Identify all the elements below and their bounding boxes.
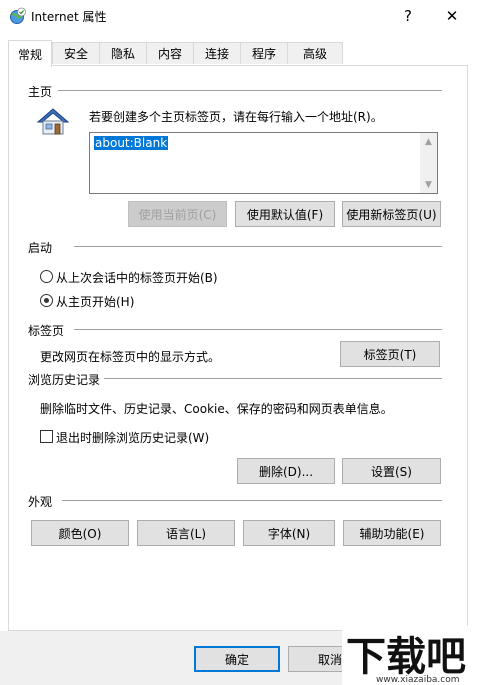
appearance-group-label: 外观 (28, 495, 53, 509)
delete-on-exit-label[interactable]: 退出时删除浏览历史记录(W) (56, 429, 209, 446)
radio-selected-dot (44, 298, 49, 303)
xiazaiba-logo-icon: 下载吧 www.xiazaiba.com (342, 626, 477, 685)
colors-button[interactable]: 颜色(O) (31, 520, 129, 546)
tabs-divider (74, 329, 442, 330)
window-title: Internet 属性 (31, 10, 107, 24)
languages-button[interactable]: 语言(L) (137, 520, 235, 546)
delete-on-exit-checkbox[interactable] (40, 430, 53, 443)
fonts-button[interactable]: 字体(N) (243, 520, 335, 546)
homepage-address-input[interactable]: about:Blank ▲ ▼ (89, 132, 438, 194)
tab-security[interactable]: 安全 (52, 42, 100, 64)
tabs-description: 更改网页在标签页中的显示方式。 (40, 350, 221, 364)
close-button[interactable]: ✕ (430, 0, 474, 32)
startup-home-page-label[interactable]: 从主页开始(H) (56, 293, 134, 310)
tab-general[interactable]: 常规 (8, 40, 52, 67)
startup-last-session-label[interactable]: 从上次会话中的标签页开始(B) (56, 269, 218, 286)
scroll-down-icon[interactable]: ▼ (420, 176, 437, 193)
tab-strip: 常规 安全 隐私 内容 连接 程序 高级 (8, 40, 468, 67)
tab-privacy[interactable]: 隐私 (99, 42, 147, 64)
help-button[interactable]: ? (386, 0, 430, 32)
history-delete-button[interactable]: 删除(D)... (237, 458, 335, 484)
svg-text:www.xiazaiba.com: www.xiazaiba.com (376, 675, 460, 685)
homepage-description: 若要创建多个主页标签页，请在每行输入一个地址(R)。 (89, 110, 383, 124)
homepage-divider (58, 90, 442, 91)
history-divider (104, 378, 442, 379)
xiazaiba-watermark: 下载吧 www.xiazaiba.com (342, 626, 477, 685)
history-settings-button[interactable]: 设置(S) (342, 458, 441, 484)
svg-text:下载吧: 下载吧 (346, 634, 466, 680)
ok-button[interactable]: 确定 (194, 646, 280, 672)
startup-home-page-radio[interactable] (40, 294, 53, 307)
tabs-settings-button[interactable]: 标签页(T) (340, 341, 440, 367)
tabs-group-label: 标签页 (28, 324, 65, 338)
tab-content[interactable]: 内容 (146, 42, 194, 64)
title-bar: Internet 属性 ? ✕ (0, 0, 477, 32)
appearance-divider (62, 500, 442, 501)
history-description: 删除临时文件、历史记录、Cookie、保存的密码和网页表单信息。 (40, 402, 393, 416)
startup-group-label: 启动 (28, 241, 53, 255)
homepage-group-label: 主页 (28, 85, 53, 99)
use-current-button[interactable]: 使用当前页(C) (128, 201, 227, 227)
use-new-tab-button[interactable]: 使用新标签页(U) (342, 201, 441, 227)
accessibility-button[interactable]: 辅助功能(E) (343, 520, 441, 546)
scroll-up-icon[interactable]: ▲ (420, 133, 437, 150)
address-scrollbar[interactable]: ▲ ▼ (420, 133, 437, 193)
tab-connections[interactable]: 连接 (193, 42, 241, 64)
house-icon (36, 106, 70, 136)
startup-divider (74, 246, 442, 247)
tab-advanced[interactable]: 高级 (287, 42, 343, 64)
homepage-address-value: about:Blank (94, 136, 169, 150)
internet-options-icon (9, 7, 27, 25)
history-group-label: 浏览历史记录 (28, 373, 101, 387)
startup-last-session-radio[interactable] (40, 270, 53, 283)
tab-programs[interactable]: 程序 (240, 42, 288, 64)
use-default-button[interactable]: 使用默认值(F) (235, 201, 335, 227)
